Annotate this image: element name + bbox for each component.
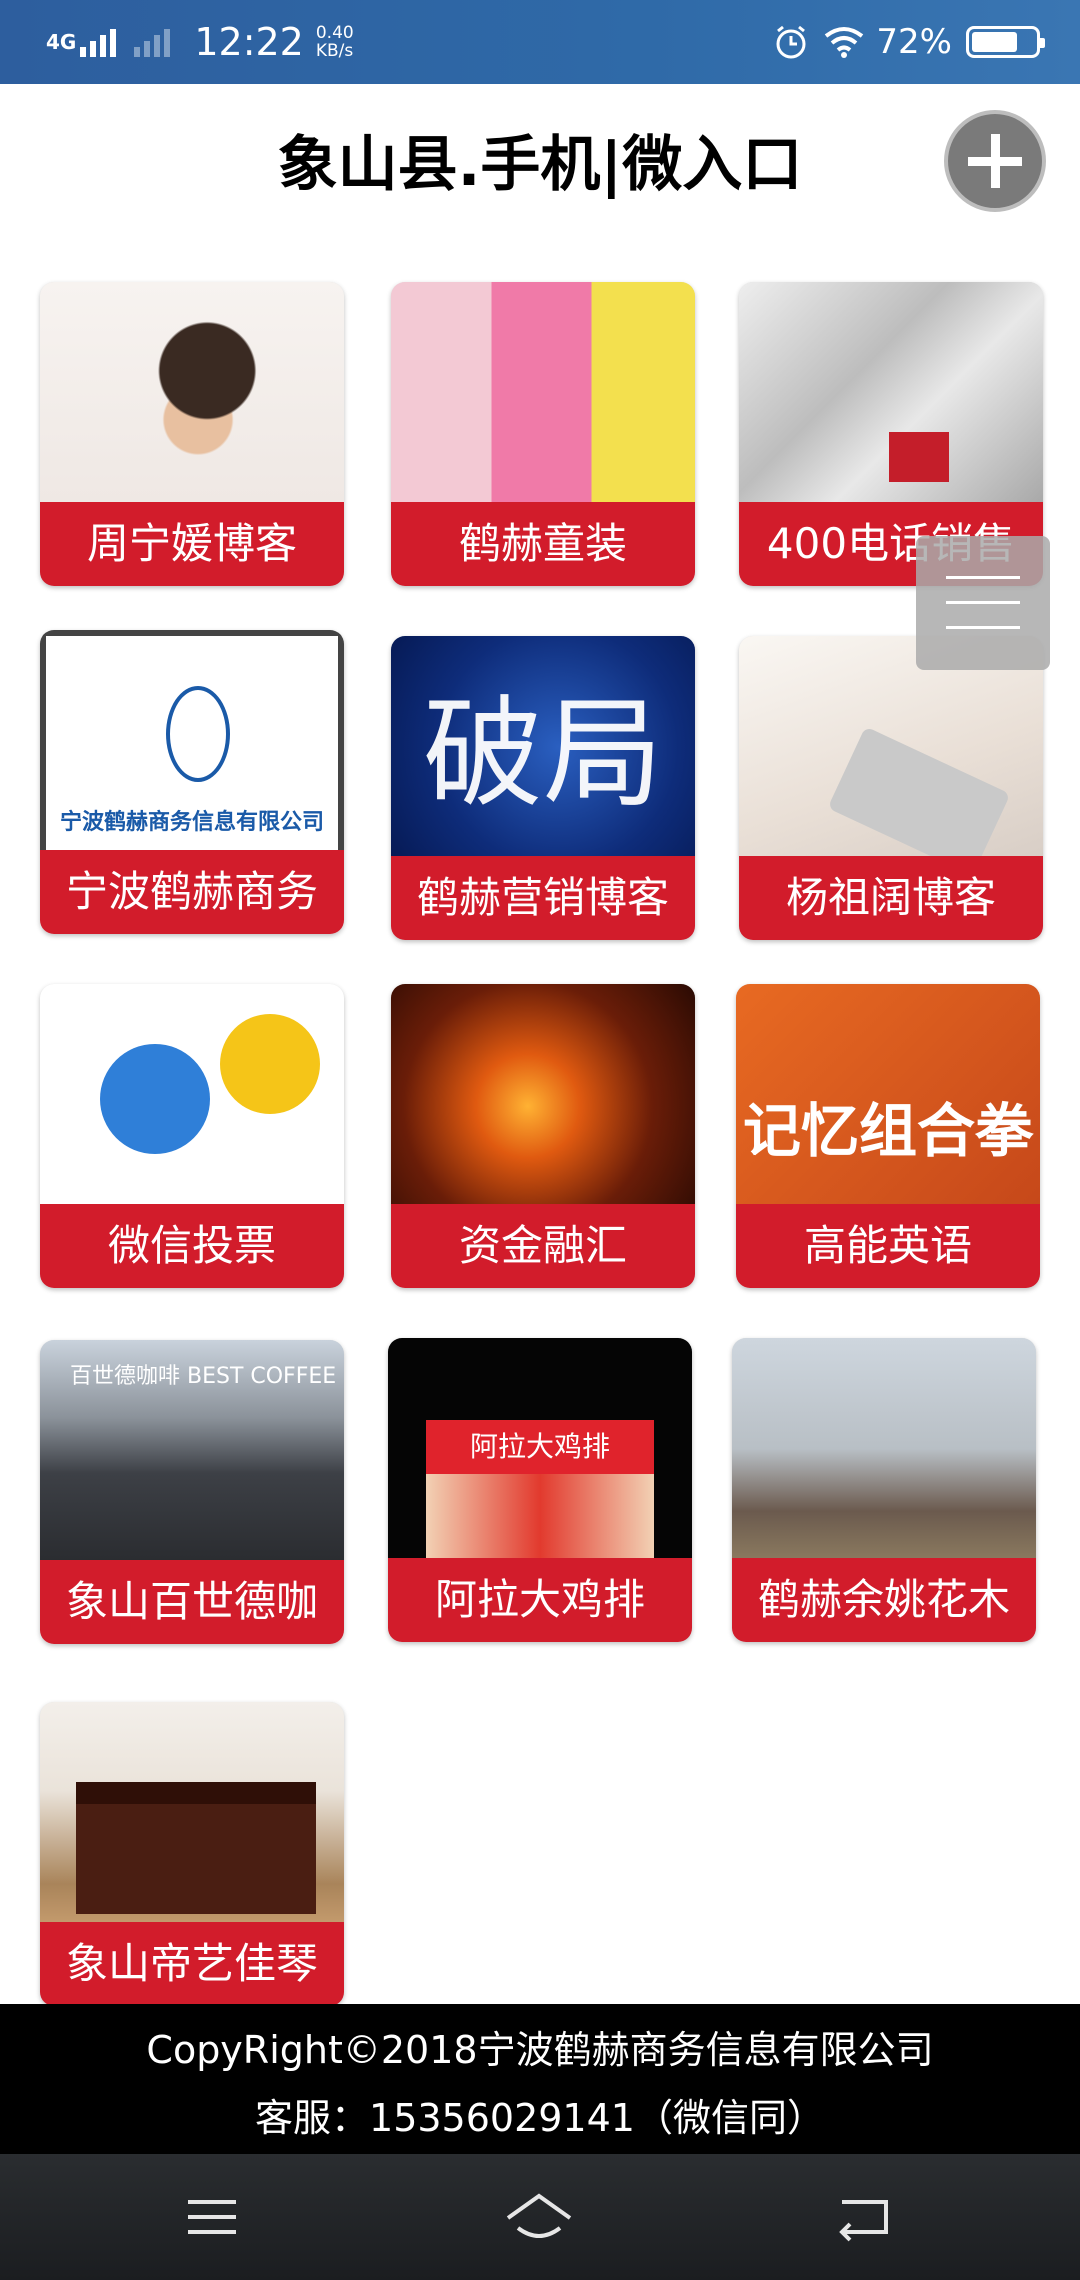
tile-label: 鹤赫营销博客 (391, 856, 695, 940)
blue-figure (100, 1044, 210, 1154)
tile-image: 百世德咖啡 BEST COFFEE (40, 1340, 344, 1562)
tile-image: 阿拉大鸡排 (388, 1338, 692, 1560)
network-speed: 0.40 KB/s (316, 24, 354, 60)
menu-line (188, 2215, 236, 2219)
tile-image (40, 984, 344, 1206)
status-bar: 4G 12:22 0.40 KB/s 72% (0, 0, 1080, 84)
tile-zhouningyuan-blog[interactable]: 周宁媛博客 (40, 282, 344, 586)
plus-icon[interactable] (944, 110, 1046, 212)
tile-label: 鹤赫童装 (391, 502, 695, 586)
tile-hehe-marketing-blog[interactable]: 破局 鹤赫营销博客 (391, 636, 695, 940)
tile-wechat-vote[interactable]: 微信投票 (40, 984, 344, 1288)
tile-hehe-yuyao-nursery[interactable]: 鹤赫余姚花木 (732, 1338, 1036, 1642)
battery-percent: 72% (876, 22, 952, 62)
tile-image-text: 宁波鹤赫商务信息有限公司 (59, 810, 324, 835)
tile-label: 象山帝艺佳琴 (40, 1922, 344, 2006)
tile-label: 宁波鹤赫商务 (40, 850, 344, 934)
tile-ala-chicken[interactable]: 阿拉大鸡排 阿拉大鸡排 (388, 1338, 692, 1642)
back-icon[interactable] (820, 2184, 910, 2250)
tile-image: 宁波鹤赫商务信息有限公司 (40, 630, 344, 852)
home-icon[interactable] (494, 2184, 584, 2250)
menu-line (946, 601, 1020, 604)
tile-image-text: 百世德咖啡 BEST COFFEE (70, 1364, 337, 1389)
tile-label: 杨祖阔博客 (739, 856, 1043, 940)
menu-line (946, 576, 1020, 579)
speed-value: 0.40 (315, 23, 354, 43)
tile-image: 破局 (391, 636, 695, 858)
yellow-figure (220, 1014, 320, 1114)
tile-hehe-kids-clothing[interactable]: 鹤赫童装 (391, 282, 695, 586)
tile-gaoneng-english[interactable]: 记忆组合拳 高能英语 (736, 984, 1040, 1288)
status-left: 4G 12:22 0.40 KB/s (46, 0, 354, 84)
tile-label: 周宁媛博客 (40, 502, 344, 586)
signal-secondary-icon (134, 27, 174, 57)
tile-label: 象山百世德咖 (40, 1560, 344, 1644)
battery-fill (972, 32, 1017, 52)
tile-image (732, 1338, 1036, 1560)
customer-service-text: 客服：15356029141（微信同） (255, 2096, 825, 2140)
signal-icon (80, 27, 120, 57)
tile-label: 鹤赫余姚花木 (732, 1558, 1036, 1642)
tile-ningbo-hehe-business[interactable]: 宁波鹤赫商务信息有限公司 宁波鹤赫商务 (40, 630, 344, 934)
tile-image (40, 1702, 344, 1924)
footer: CopyRight©2018宁波鹤赫商务信息有限公司 客服：1535602914… (0, 2004, 1080, 2154)
alarm-icon (776, 25, 806, 59)
tile-label: 微信投票 (40, 1204, 344, 1288)
tile-image-text: 阿拉大鸡排 (426, 1420, 654, 1474)
menu-line (946, 626, 1020, 629)
header: 象山县.手机|微入口 (0, 84, 1080, 234)
shop-front (426, 1474, 654, 1560)
tile-image-text: 记忆组合拳 (742, 1097, 1033, 1165)
menu-line (188, 2200, 236, 2204)
tile-image-text: 破局 (423, 685, 663, 824)
menu-icon[interactable] (168, 2184, 258, 2250)
tile-image (40, 282, 344, 504)
tile-image: 记忆组合拳 (736, 984, 1040, 1206)
tile-label: 阿拉大鸡排 (388, 1558, 692, 1642)
tile-xiangshan-diyi-piano[interactable]: 象山帝艺佳琴 (40, 1702, 344, 2006)
status-right: 72% (772, 0, 1045, 84)
tile-fund-financing[interactable]: 资金融汇 (391, 984, 695, 1288)
battery-icon (966, 26, 1045, 58)
tile-label: 资金融汇 (391, 1204, 695, 1288)
tile-label: 高能英语 (736, 1204, 1040, 1288)
tile-xiangshan-best-coffee[interactable]: 百世德咖啡 BEST COFFEE 象山百世德咖 (40, 1340, 344, 1644)
tile-yangzukuo-blog[interactable]: 杨祖阔博客 (739, 636, 1043, 940)
company-logo (166, 686, 230, 782)
page-title: 象山县.手机|微入口 (277, 130, 803, 200)
tile-image (739, 282, 1043, 504)
speed-unit: KB/s (315, 41, 354, 61)
tile-image (391, 282, 695, 504)
tile-image (391, 984, 695, 1206)
menu-line (188, 2230, 236, 2234)
wifi-icon (825, 27, 864, 58)
clock: 12:22 (194, 20, 304, 64)
network-type: 4G (46, 30, 77, 54)
copyright-text: CopyRight©2018宁波鹤赫商务信息有限公司 (146, 2028, 934, 2072)
navigation-bar (0, 2154, 1080, 2280)
side-menu-button[interactable] (916, 536, 1050, 670)
